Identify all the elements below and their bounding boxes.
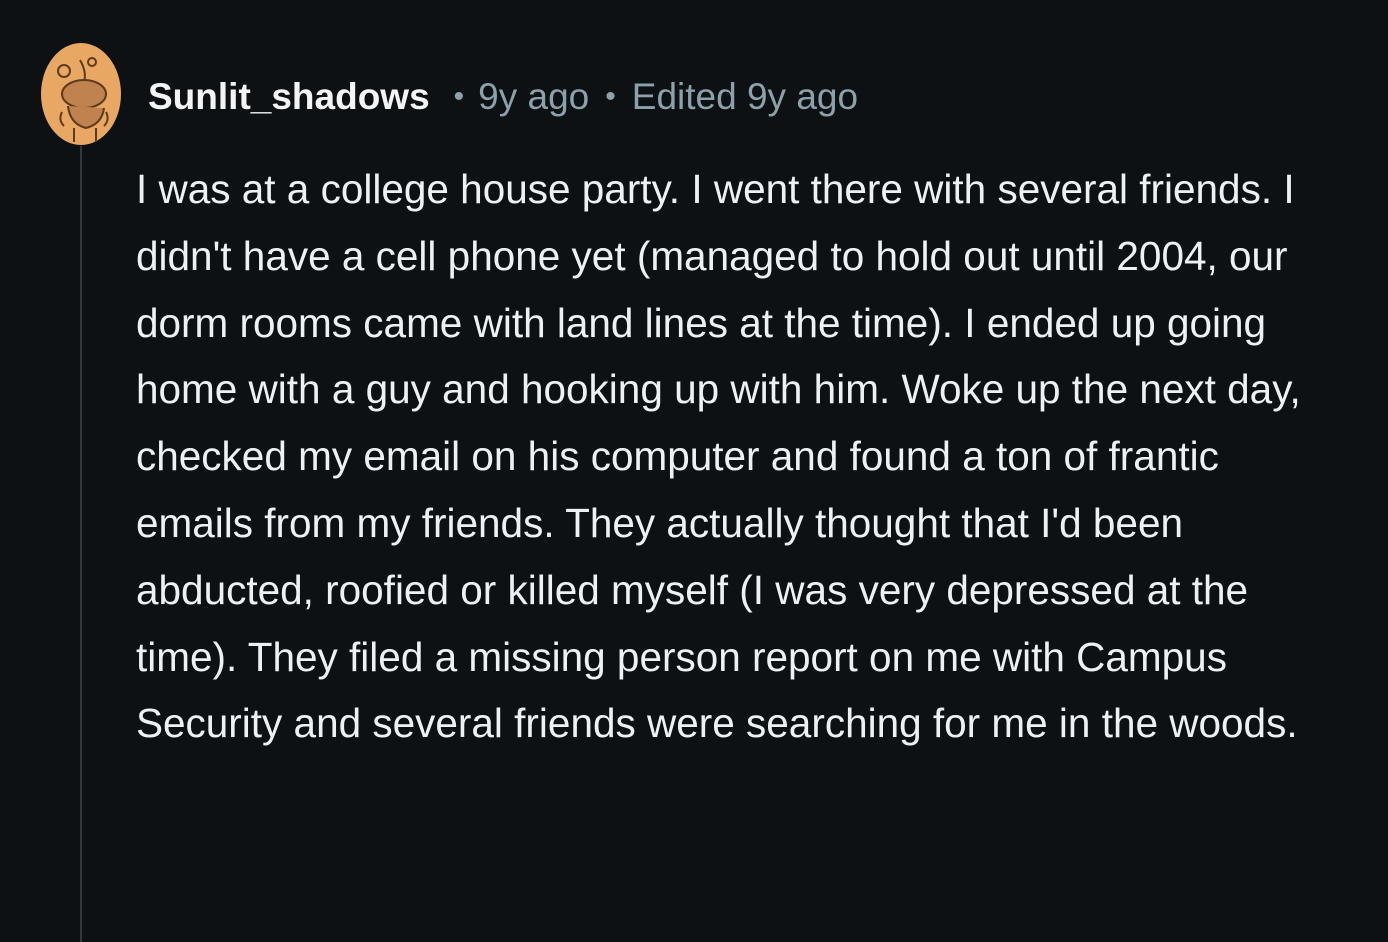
timestamp[interactable]: 9y ago: [478, 76, 589, 118]
edited-label: Edited 9y ago: [631, 76, 859, 117]
comment-body: I was at a college house party. I went t…: [136, 166, 1301, 747]
separator-dot: •: [605, 80, 616, 113]
snoo-avatar-icon: [41, 43, 121, 145]
username[interactable]: Sunlit_shadows: [148, 76, 430, 118]
comment-meta: Sunlit_shadows • 9y ago • Edited 9y ago: [148, 72, 858, 122]
avatar[interactable]: [40, 42, 122, 146]
separator-dot: •: [453, 80, 465, 113]
thread-line[interactable]: [80, 146, 82, 942]
comment: Sunlit_shadows • 9y ago • Edited 9y ago …: [0, 0, 1388, 942]
